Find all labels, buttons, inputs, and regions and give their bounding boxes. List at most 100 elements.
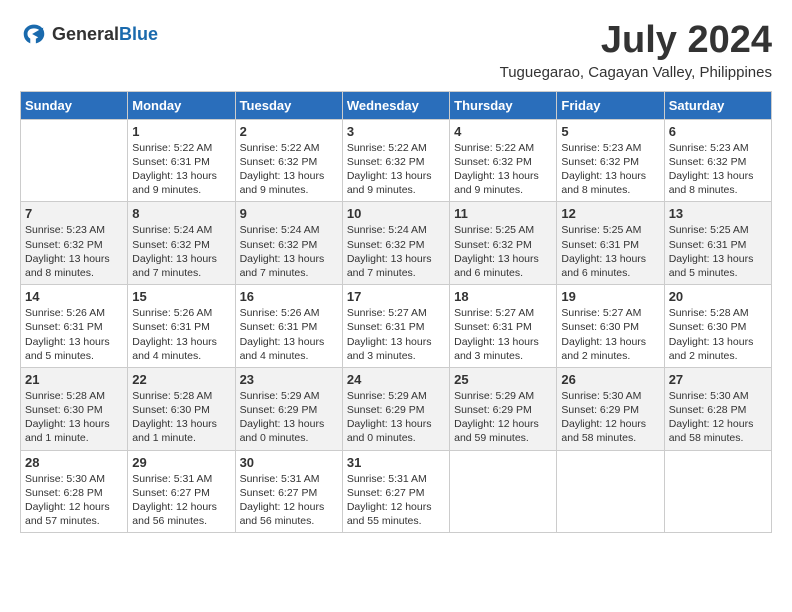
day-info: Sunrise: 5:24 AM Sunset: 6:32 PM Dayligh…: [240, 223, 338, 280]
day-number: 13: [669, 206, 767, 221]
day-number: 7: [25, 206, 123, 221]
calendar-cell: 13 Sunrise: 5:25 AM Sunset: 6:31 PM Dayli…: [664, 202, 771, 285]
calendar-cell: 22Sunrise: 5:28 AM Sunset: 6:30 PM Dayli…: [128, 367, 235, 450]
day-info: Sunrise: 5:26 AM Sunset: 6:31 PM Dayligh…: [132, 306, 230, 363]
day-info: Sunrise: 5:27 AM Sunset: 6:31 PM Dayligh…: [347, 306, 445, 363]
weekday-header-thursday: Thursday: [450, 91, 557, 119]
calendar-cell: 8Sunrise: 5:24 AM Sunset: 6:32 PM Daylig…: [128, 202, 235, 285]
day-info: Sunrise: 5:24 AM Sunset: 6:32 PM Dayligh…: [347, 223, 445, 280]
calendar-cell: 4Sunrise: 5:22 AM Sunset: 6:32 PM Daylig…: [450, 119, 557, 202]
weekday-header-monday: Monday: [128, 91, 235, 119]
calendar-cell: 3 Sunrise: 5:22 AM Sunset: 6:32 PM Daylig…: [342, 119, 449, 202]
weekday-header-wednesday: Wednesday: [342, 91, 449, 119]
calendar-cell: 1 Sunrise: 5:22 AM Sunset: 6:31 PM Daylig…: [128, 119, 235, 202]
day-info: Sunrise: 5:29 AM Sunset: 6:29 PM Dayligh…: [454, 389, 552, 446]
day-number: 18: [454, 289, 552, 304]
calendar-cell: 30Sunrise: 5:31 AM Sunset: 6:27 PM Dayli…: [235, 450, 342, 533]
calendar-cell: 6 Sunrise: 5:23 AM Sunset: 6:32 PM Daylig…: [664, 119, 771, 202]
day-number: 12: [561, 206, 659, 221]
day-number: 2: [240, 124, 338, 139]
calendar-cell: 26 Sunrise: 5:30 AM Sunset: 6:29 PM Dayli…: [557, 367, 664, 450]
day-info: Sunrise: 5:27 AM Sunset: 6:30 PM Dayligh…: [561, 306, 659, 363]
day-info: Sunrise: 5:23 AM Sunset: 6:32 PM Dayligh…: [561, 141, 659, 198]
day-number: 31: [347, 455, 445, 470]
calendar-cell: 16 Sunrise: 5:26 AM Sunset: 6:31 PM Dayli…: [235, 285, 342, 368]
day-number: 22: [132, 372, 230, 387]
weekday-header-row: SundayMondayTuesdayWednesdayThursdayFrid…: [21, 91, 772, 119]
day-info: Sunrise: 5:22 AM Sunset: 6:32 PM Dayligh…: [454, 141, 552, 198]
day-number: 3: [347, 124, 445, 139]
calendar-cell: 9 Sunrise: 5:24 AM Sunset: 6:32 PM Daylig…: [235, 202, 342, 285]
day-info: Sunrise: 5:31 AM Sunset: 6:27 PM Dayligh…: [132, 472, 230, 529]
week-row-2: 7 Sunrise: 5:23 AM Sunset: 6:32 PM Daylig…: [21, 202, 772, 285]
calendar-cell: 25 Sunrise: 5:29 AM Sunset: 6:29 PM Dayli…: [450, 367, 557, 450]
day-info: Sunrise: 5:23 AM Sunset: 6:32 PM Dayligh…: [669, 141, 767, 198]
day-number: 1: [132, 124, 230, 139]
day-number: 10: [347, 206, 445, 221]
day-number: 27: [669, 372, 767, 387]
day-info: Sunrise: 5:23 AM Sunset: 6:32 PM Dayligh…: [25, 223, 123, 280]
day-info: Sunrise: 5:22 AM Sunset: 6:32 PM Dayligh…: [240, 141, 338, 198]
calendar-cell: [664, 450, 771, 533]
day-info: Sunrise: 5:29 AM Sunset: 6:29 PM Dayligh…: [347, 389, 445, 446]
title-block: July 2024 Tuguegarao, Cagayan Valley, Ph…: [500, 20, 772, 81]
day-number: 19: [561, 289, 659, 304]
week-row-5: 28Sunrise: 5:30 AM Sunset: 6:28 PM Dayli…: [21, 450, 772, 533]
page-header: GeneralBlue July 2024 Tuguegarao, Cagaya…: [20, 20, 772, 81]
calendar-cell: 31 Sunrise: 5:31 AM Sunset: 6:27 PM Dayli…: [342, 450, 449, 533]
day-info: Sunrise: 5:26 AM Sunset: 6:31 PM Dayligh…: [240, 306, 338, 363]
calendar-cell: 24 Sunrise: 5:29 AM Sunset: 6:29 PM Dayli…: [342, 367, 449, 450]
day-info: Sunrise: 5:26 AM Sunset: 6:31 PM Dayligh…: [25, 306, 123, 363]
weekday-header-tuesday: Tuesday: [235, 91, 342, 119]
day-info: Sunrise: 5:28 AM Sunset: 6:30 PM Dayligh…: [669, 306, 767, 363]
location-subtitle: Tuguegarao, Cagayan Valley, Philippines: [500, 64, 772, 81]
day-info: Sunrise: 5:22 AM Sunset: 6:31 PM Dayligh…: [132, 141, 230, 198]
logo-icon: [20, 20, 48, 48]
week-row-3: 14 Sunrise: 5:26 AM Sunset: 6:31 PM Dayli…: [21, 285, 772, 368]
day-info: Sunrise: 5:30 AM Sunset: 6:28 PM Dayligh…: [669, 389, 767, 446]
day-info: Sunrise: 5:22 AM Sunset: 6:32 PM Dayligh…: [347, 141, 445, 198]
day-number: 14: [25, 289, 123, 304]
day-number: 29: [132, 455, 230, 470]
calendar-cell: 19 Sunrise: 5:27 AM Sunset: 6:30 PM Dayli…: [557, 285, 664, 368]
day-info: Sunrise: 5:27 AM Sunset: 6:31 PM Dayligh…: [454, 306, 552, 363]
day-info: Sunrise: 5:25 AM Sunset: 6:32 PM Dayligh…: [454, 223, 552, 280]
week-row-4: 21Sunrise: 5:28 AM Sunset: 6:30 PM Dayli…: [21, 367, 772, 450]
calendar-cell: 17Sunrise: 5:27 AM Sunset: 6:31 PM Dayli…: [342, 285, 449, 368]
day-info: Sunrise: 5:30 AM Sunset: 6:29 PM Dayligh…: [561, 389, 659, 446]
calendar-cell: 15 Sunrise: 5:26 AM Sunset: 6:31 PM Dayli…: [128, 285, 235, 368]
day-number: 6: [669, 124, 767, 139]
weekday-header-friday: Friday: [557, 91, 664, 119]
month-year-title: July 2024: [500, 20, 772, 62]
day-number: 26: [561, 372, 659, 387]
logo-text: GeneralBlue: [52, 24, 158, 45]
calendar-cell: [21, 119, 128, 202]
day-info: Sunrise: 5:25 AM Sunset: 6:31 PM Dayligh…: [669, 223, 767, 280]
day-info: Sunrise: 5:31 AM Sunset: 6:27 PM Dayligh…: [347, 472, 445, 529]
calendar-cell: 18 Sunrise: 5:27 AM Sunset: 6:31 PM Dayli…: [450, 285, 557, 368]
day-info: Sunrise: 5:29 AM Sunset: 6:29 PM Dayligh…: [240, 389, 338, 446]
day-number: 20: [669, 289, 767, 304]
calendar-cell: [557, 450, 664, 533]
calendar-table: SundayMondayTuesdayWednesdayThursdayFrid…: [20, 91, 772, 533]
calendar-cell: 2 Sunrise: 5:22 AM Sunset: 6:32 PM Daylig…: [235, 119, 342, 202]
day-number: 16: [240, 289, 338, 304]
calendar-cell: 11Sunrise: 5:25 AM Sunset: 6:32 PM Dayli…: [450, 202, 557, 285]
day-number: 24: [347, 372, 445, 387]
calendar-cell: 5Sunrise: 5:23 AM Sunset: 6:32 PM Daylig…: [557, 119, 664, 202]
calendar-cell: 20 Sunrise: 5:28 AM Sunset: 6:30 PM Dayli…: [664, 285, 771, 368]
day-number: 9: [240, 206, 338, 221]
logo: GeneralBlue: [20, 20, 158, 48]
day-number: 30: [240, 455, 338, 470]
day-number: 8: [132, 206, 230, 221]
calendar-cell: 14 Sunrise: 5:26 AM Sunset: 6:31 PM Dayli…: [21, 285, 128, 368]
day-info: Sunrise: 5:28 AM Sunset: 6:30 PM Dayligh…: [25, 389, 123, 446]
calendar-cell: 23Sunrise: 5:29 AM Sunset: 6:29 PM Dayli…: [235, 367, 342, 450]
day-number: 15: [132, 289, 230, 304]
weekday-header-sunday: Sunday: [21, 91, 128, 119]
calendar-cell: 27 Sunrise: 5:30 AM Sunset: 6:28 PM Dayli…: [664, 367, 771, 450]
day-number: 25: [454, 372, 552, 387]
calendar-cell: 28Sunrise: 5:30 AM Sunset: 6:28 PM Dayli…: [21, 450, 128, 533]
calendar-cell: [450, 450, 557, 533]
day-info: Sunrise: 5:25 AM Sunset: 6:31 PM Dayligh…: [561, 223, 659, 280]
